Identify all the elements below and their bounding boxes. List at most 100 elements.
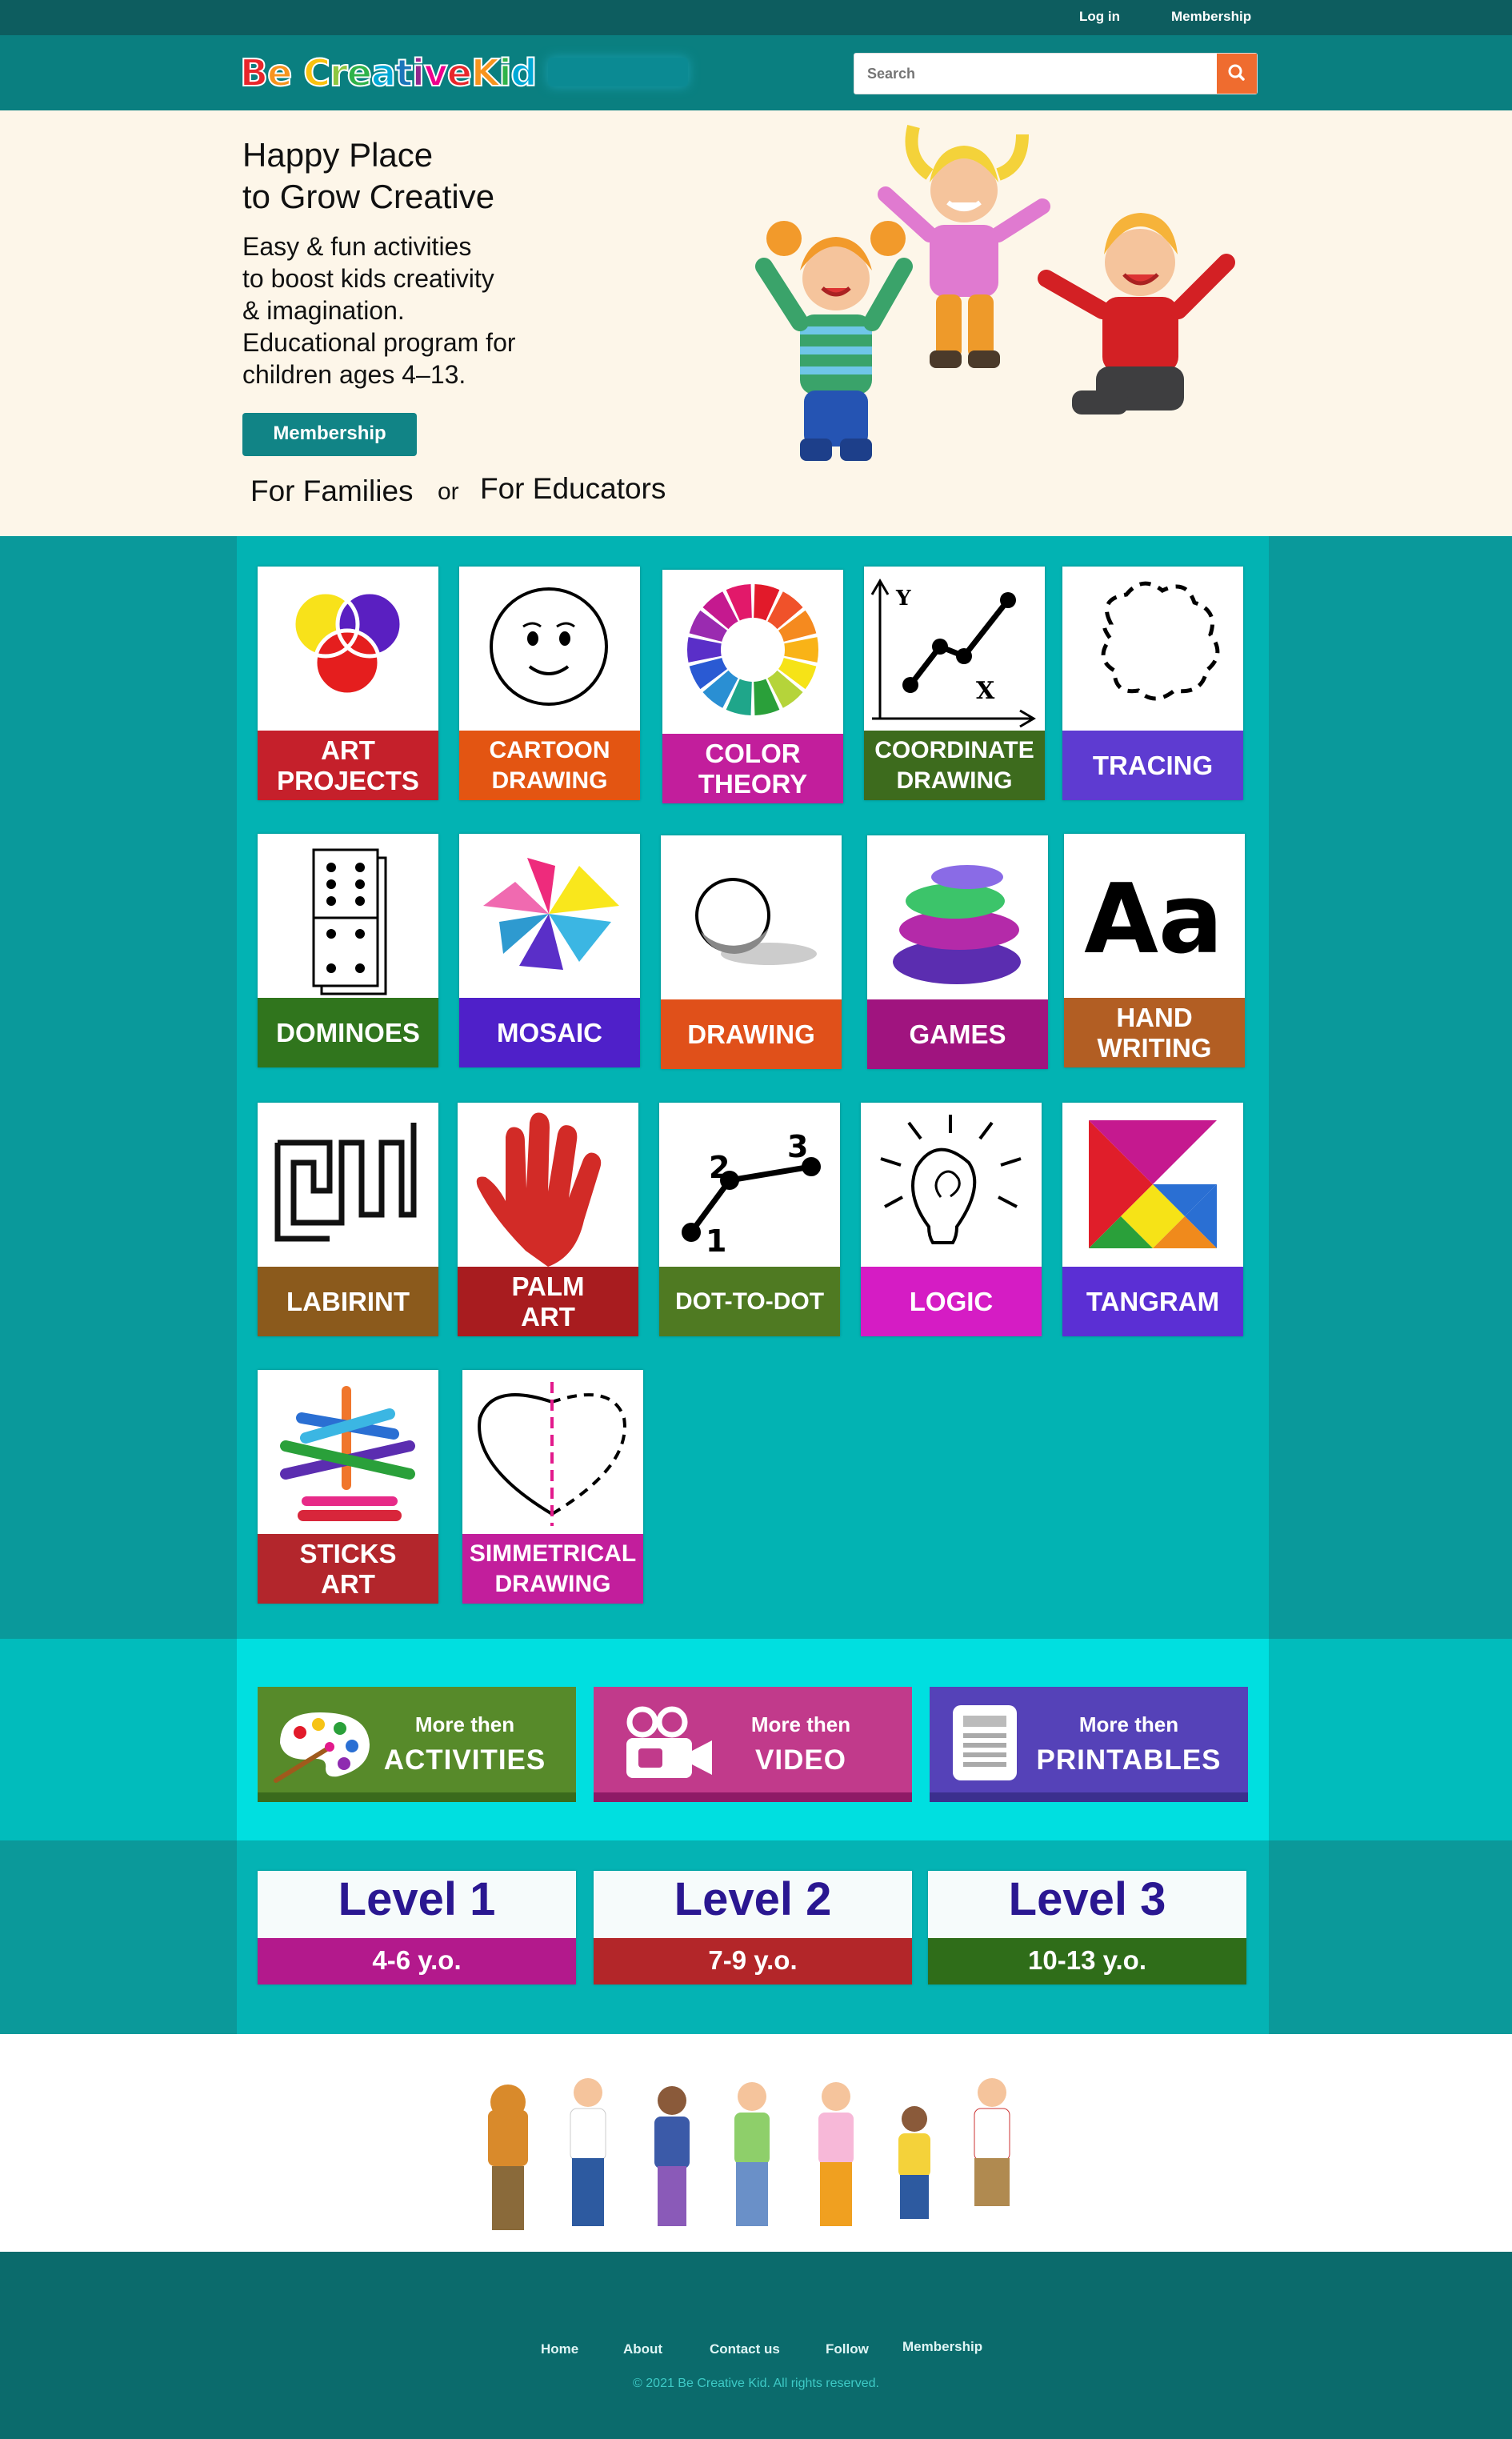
more-bottom-bar	[930, 1792, 1248, 1802]
svg-text:Aa: Aa	[1084, 864, 1223, 975]
coordinate-graph-icon: YX	[870, 579, 1036, 728]
hero-description: Easy & fun activities to boost kids creat…	[242, 232, 516, 389]
hero-title: Happy Place to Grow Creative	[242, 136, 495, 215]
more-video-button[interactable]: More then VIDEO	[594, 1687, 912, 1802]
svg-text:X: X	[976, 677, 995, 705]
category-labirint[interactable]: LABIRINT	[258, 1103, 438, 1336]
category-dot-to-dot[interactable]: 2 3 1 DOT-TO-DOT	[659, 1103, 840, 1336]
footer-link-contact[interactable]: Contact us	[710, 2341, 780, 2357]
category-label: TANGRAM	[1062, 1267, 1243, 1336]
more-activities-button[interactable]: More then ACTIVITIES	[258, 1687, 576, 1802]
category-mosaic[interactable]: MOSAIC	[459, 834, 640, 1067]
color-wheel-segment	[784, 637, 818, 663]
stacked-stones-icon	[893, 865, 1021, 984]
more-big-text: PRINTABLES	[1036, 1744, 1222, 1776]
category-label: ART PROJECTS	[258, 731, 438, 800]
category-color-theory[interactable]: COLOR THEORY	[662, 570, 843, 803]
category-cartoon-drawing[interactable]: CARTOON DRAWING	[459, 567, 640, 800]
dot-to-dot-icon: 2 3 1	[682, 1129, 821, 1259]
category-label: COORDINATE DRAWING	[864, 731, 1045, 800]
categories-section: ART PROJECTS CARTOON DRAWING COLOR THEORY Y…	[0, 536, 1512, 1639]
logo-text: Be CreativeKid	[239, 50, 538, 95]
level-name: Level 3	[1008, 1873, 1166, 1925]
category-tracing[interactable]: TRACING	[1062, 567, 1243, 800]
membership-link[interactable]: Membership	[1171, 9, 1251, 25]
search-input[interactable]	[854, 54, 1216, 94]
category-label: TRACING	[1062, 731, 1243, 800]
level-1-card[interactable]: Level 1 4-6 y.o.	[258, 1871, 576, 1984]
footer-link-follow[interactable]: Follow	[826, 2341, 869, 2357]
category-label: LABIRINT	[258, 1267, 438, 1336]
for-families-link[interactable]: For Families	[250, 475, 414, 508]
footer: Home About Contact us Follow Membership …	[0, 2252, 1512, 2439]
more-big-text: VIDEO	[755, 1744, 846, 1776]
maze-icon	[274, 1123, 417, 1242]
light-bulb-icon	[880, 1115, 1022, 1244]
category-label: DRAWING	[661, 999, 842, 1069]
more-bottom-bar	[594, 1792, 912, 1802]
color-wheel-segment	[687, 637, 722, 663]
category-drawing[interactable]: DRAWING	[661, 835, 842, 1069]
category-dominoes[interactable]: DOMINOES	[258, 834, 438, 1067]
hero: Happy Place to Grow Creative Easy & fun a…	[0, 110, 1512, 536]
categories-panel: ART PROJECTS CARTOON DRAWING COLOR THEORY Y…	[237, 536, 1269, 1639]
search-icon	[1228, 64, 1245, 81]
art-circles-icon	[291, 590, 404, 697]
red-hand-icon	[476, 1112, 602, 1267]
color-wheel-icon	[687, 584, 818, 715]
or-text: or	[438, 479, 459, 505]
svg-text:1: 1	[706, 1224, 726, 1259]
category-games[interactable]: GAMES	[867, 835, 1048, 1069]
level-3-card[interactable]: Level 3 10-13 y.o.	[928, 1871, 1246, 1984]
category-art-projects[interactable]: ART PROJECTS	[258, 567, 438, 800]
more-printables-button[interactable]: More then PRINTABLES	[930, 1687, 1248, 1802]
category-label: HAND WRITING	[1064, 998, 1245, 1067]
search-button[interactable]	[1217, 54, 1257, 94]
hero-membership-button[interactable]: Membership	[242, 413, 417, 456]
header: Be CreativeKid	[0, 35, 1512, 110]
category-label: MOSAIC	[459, 998, 640, 1067]
more-section: More then ACTIVITIES More then VIDEO Mor…	[0, 1639, 1512, 1840]
category-logic[interactable]: LOGIC	[861, 1103, 1042, 1336]
level-ages: 7-9 y.o.	[594, 1938, 912, 1984]
smiley-face-icon	[490, 587, 608, 706]
for-educators-link[interactable]: For Educators	[480, 472, 666, 506]
category-label: DOMINOES	[258, 998, 438, 1067]
category-label: COLOR THEORY	[662, 734, 843, 803]
sticks-icon	[280, 1386, 415, 1521]
footer-link-home[interactable]: Home	[541, 2341, 578, 2357]
svg-text:2: 2	[709, 1150, 730, 1185]
level-name: Level 1	[338, 1873, 496, 1925]
characters-strip	[0, 2034, 1512, 2252]
level-ages: 4-6 y.o.	[258, 1938, 576, 1984]
category-tangram[interactable]: TANGRAM	[1062, 1103, 1243, 1336]
svg-text:3: 3	[787, 1129, 808, 1164]
jumping-kids-illustration	[755, 125, 1235, 461]
cartoon-characters-illustration	[488, 2078, 1010, 2230]
category-label: GAMES	[867, 999, 1048, 1069]
tangram-icon	[1089, 1120, 1217, 1248]
level-2-card[interactable]: Level 2 7-9 y.o.	[594, 1871, 912, 1984]
category-label: DOT-TO-DOT	[659, 1267, 840, 1336]
login-link[interactable]: Log in	[1079, 9, 1120, 25]
category-palm-art[interactable]: PALM ART	[458, 1103, 638, 1336]
level-name: Level 2	[674, 1873, 832, 1925]
footer-link-about[interactable]: About	[623, 2341, 662, 2357]
more-big-text: ACTIVITIES	[383, 1744, 546, 1776]
mosaic-star-icon	[483, 858, 619, 970]
category-label: LOGIC	[861, 1267, 1042, 1336]
category-label: CARTOON DRAWING	[459, 731, 640, 800]
shaded-sphere-icon	[695, 878, 817, 965]
dashed-blob-icon	[1101, 581, 1220, 701]
more-panel: More then ACTIVITIES More then VIDEO Mor…	[237, 1639, 1269, 1840]
top-bar: Log in Membership	[0, 0, 1512, 35]
category-label: SIMMETRICAL DRAWING	[462, 1534, 643, 1604]
category-sticks-art[interactable]: STICKS ART	[258, 1370, 438, 1604]
category-simmetrical-drawing[interactable]: SIMMETRICAL DRAWING	[462, 1370, 643, 1604]
footer-link-membership[interactable]: Membership	[902, 2339, 982, 2355]
copyright: © 2021 Be Creative Kid. All rights reser…	[633, 2377, 879, 2390]
logo[interactable]: Be CreativeKid	[239, 50, 688, 95]
category-label: PALM ART	[458, 1267, 638, 1336]
category-coordinate-drawing[interactable]: YX COORDINATE DRAWING	[864, 567, 1045, 800]
category-hand-writing[interactable]: Aa HAND WRITING	[1064, 834, 1245, 1067]
